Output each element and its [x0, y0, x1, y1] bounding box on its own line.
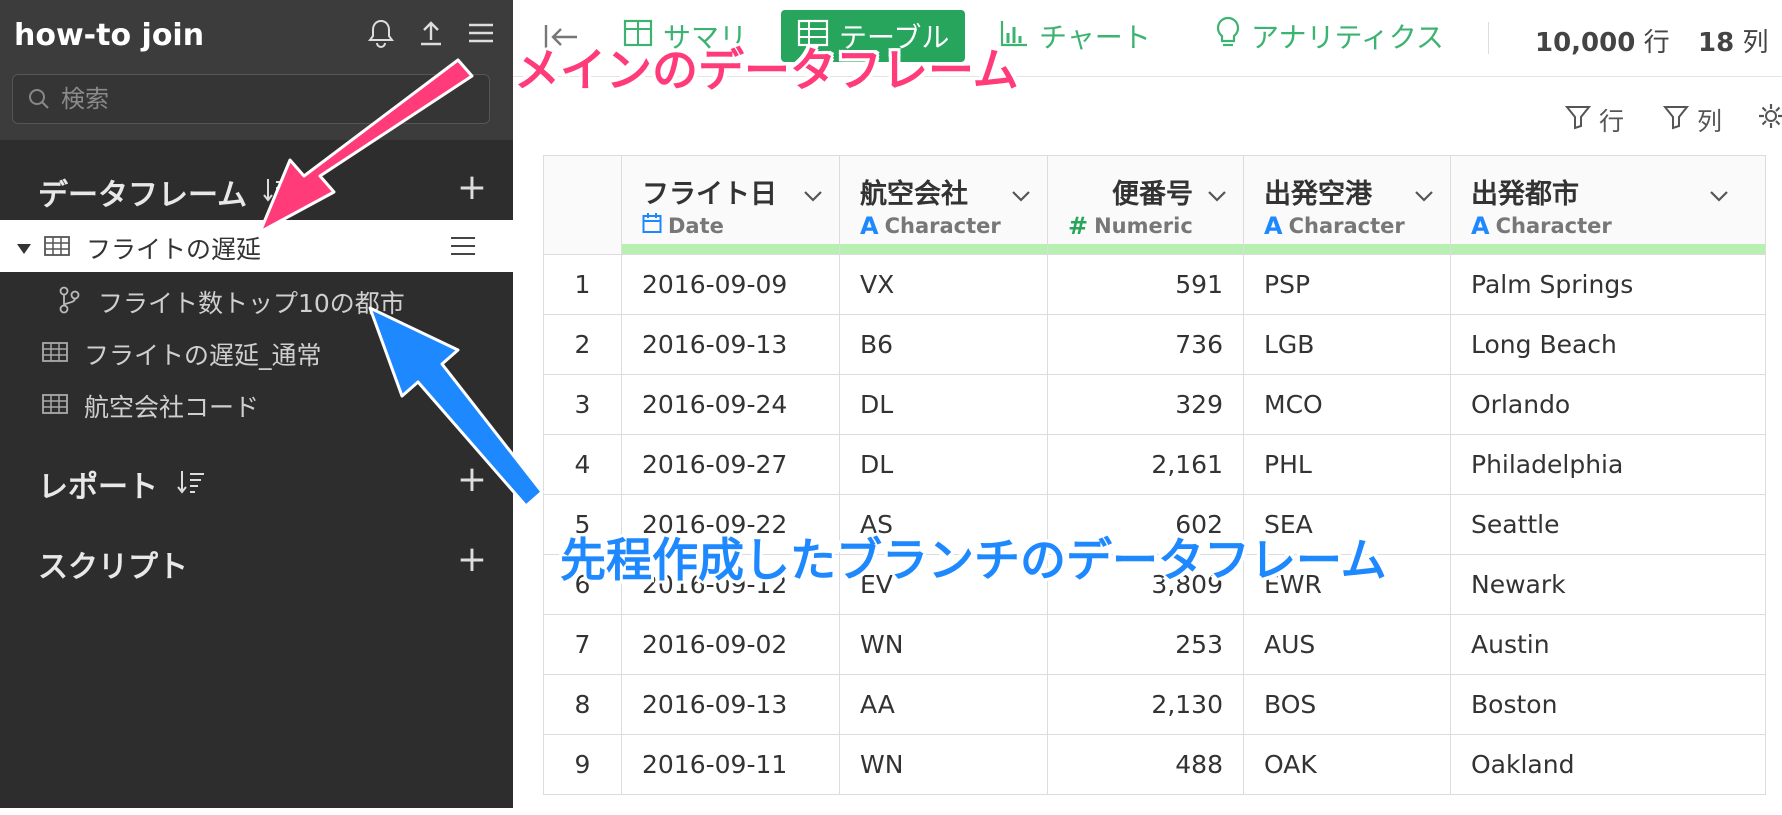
data-table: フライト日 Date 航空会社 A Character 便番号 # Numeri…: [543, 155, 1766, 795]
upload-icon[interactable]: [417, 18, 445, 48]
reports-section-header: レポート +: [0, 452, 513, 508]
table-row[interactable]: 8 2016-09-13 AA 2,130 BOS Boston: [543, 674, 1766, 735]
main-dataframe-annotation: メインのデータフレーム: [514, 43, 1019, 97]
dataframe-item-flight-delay[interactable]: フライトの遅延: [0, 220, 513, 272]
bell-icon[interactable]: [367, 18, 395, 48]
search-box: [12, 74, 490, 124]
sort-icon[interactable]: [262, 176, 292, 204]
dataframe-item-label: フライト数トップ10の都市: [98, 289, 405, 318]
column-quality-bar: [1244, 244, 1450, 254]
filter-icon: [1662, 104, 1690, 136]
column-header-origin-airport[interactable]: 出発空港 A Character: [1243, 155, 1451, 255]
project-title: how-to join: [14, 18, 205, 53]
sidebar-toolbar: [367, 18, 495, 48]
add-report-button[interactable]: +: [457, 462, 487, 498]
dataframe-item-airline-code[interactable]: 航空会社コード: [0, 378, 513, 430]
data-table-container: フライト日 Date 航空会社 A Character 便番号 # Numeri…: [543, 155, 1782, 815]
character-type-icon: A: [860, 212, 879, 240]
chevron-down-icon[interactable]: [1709, 180, 1729, 202]
table-row[interactable]: 4 2016-09-27 DL 2,161 PHL Philadelphia: [543, 434, 1766, 495]
row-filter-button[interactable]: 行: [1564, 102, 1625, 138]
caret-down-icon[interactable]: [16, 240, 32, 259]
table-row[interactable]: 3 2016-09-24 DL 329 MCO Orlando: [543, 374, 1766, 435]
column-filter-button[interactable]: 列: [1662, 102, 1723, 138]
column-header-flight-date[interactable]: フライト日 Date: [621, 155, 840, 255]
column-header-airline[interactable]: 航空会社 A Character: [839, 155, 1048, 255]
gear-icon[interactable]: [1757, 102, 1782, 134]
column-quality-bar: [622, 244, 839, 254]
search-icon: [27, 87, 51, 115]
dataframe-item-label: フライトの遅延_通常: [84, 341, 322, 370]
numeric-type-icon: #: [1068, 212, 1089, 240]
character-type-icon: A: [1471, 212, 1490, 240]
lightbulb-icon: [1215, 16, 1241, 57]
column-quality-bar: [1048, 244, 1243, 254]
column-filter-label: 列: [1697, 107, 1723, 136]
dataframe-item-label: フライトの遅延: [86, 235, 262, 264]
scripts-section-label: スクリプト: [38, 550, 188, 585]
tab-analytics-label: アナリティクス: [1251, 21, 1444, 54]
table-row[interactable]: 1 2016-09-09 VX 591 PSP Palm Springs: [543, 254, 1766, 315]
search-input[interactable]: [59, 81, 473, 117]
table-icon: [44, 236, 70, 256]
table-row[interactable]: 2 2016-09-13 B6 736 LGB Long Beach: [543, 314, 1766, 375]
dataframe-item-label: 航空会社コード: [84, 393, 260, 422]
table-icon: [42, 394, 68, 414]
filter-icon: [1564, 104, 1592, 136]
add-dataframe-button[interactable]: +: [457, 170, 487, 206]
column-count: 18 列: [1698, 28, 1769, 58]
branch-dataframe-annotation: 先程作成したブランチのデータフレーム: [560, 533, 1387, 587]
main-panel: サマリ テーブル チャート アナリティクス 10,000 行 18 列 行 列 …: [513, 0, 1782, 808]
tab-analytics[interactable]: アナリティクス: [1199, 10, 1460, 62]
column-quality-bar: [1451, 244, 1765, 254]
column-header-flight-number[interactable]: 便番号 # Numeric: [1047, 155, 1244, 255]
table-icon: [42, 342, 68, 362]
sort-icon[interactable]: [176, 468, 206, 496]
sidebar-header: how-to join: [0, 0, 513, 140]
table-row[interactable]: 7 2016-09-02 WN 253 AUS Austin: [543, 614, 1766, 675]
scripts-section-header: スクリプト +: [0, 532, 513, 588]
branch-icon: [58, 286, 80, 318]
row-count: 10,000 行: [1535, 28, 1670, 58]
chevron-down-icon[interactable]: [1207, 180, 1227, 202]
dataframe-item-top10-cities[interactable]: フライト数トップ10の都市: [0, 274, 513, 326]
dataframes-section-header: データフレーム +: [0, 160, 513, 216]
index-header: [543, 155, 622, 255]
menu-icon[interactable]: [467, 18, 495, 48]
row-filter-label: 行: [1599, 107, 1625, 136]
sidebar: how-to join データフレーム +: [0, 0, 513, 808]
reports-section-label: レポート: [38, 470, 158, 505]
chevron-down-icon[interactable]: [1011, 180, 1031, 202]
chevron-down-icon[interactable]: [803, 180, 823, 202]
dataframes-section-label: データフレーム: [38, 178, 248, 213]
table-row[interactable]: 9 2016-09-11 WN 488 OAK Oakland: [543, 734, 1766, 795]
item-menu-icon[interactable]: [449, 234, 477, 262]
dataframe-item-flight-delay-normal[interactable]: フライトの遅延_通常: [0, 326, 513, 378]
tab-chart-label: チャート: [1039, 21, 1151, 54]
chevron-down-icon[interactable]: [1414, 180, 1434, 202]
add-script-button[interactable]: +: [457, 542, 487, 578]
column-header-origin-city[interactable]: 出発都市 A Character: [1450, 155, 1766, 255]
character-type-icon: A: [1264, 212, 1283, 240]
column-quality-bar: [840, 244, 1047, 254]
toolbar-divider: [1488, 22, 1489, 54]
calendar-icon: [642, 212, 662, 239]
